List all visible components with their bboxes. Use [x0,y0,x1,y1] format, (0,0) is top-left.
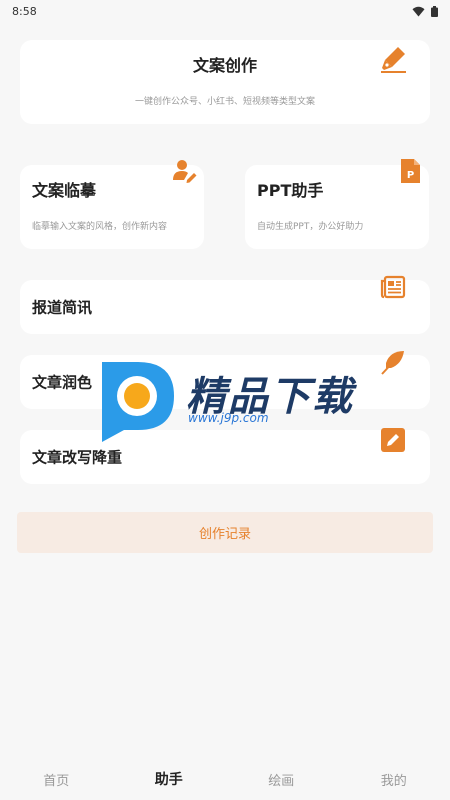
watermark-logo-icon [102,362,174,442]
copywriting-subtitle: 一键创作公众号、小红书、短视频等类型文案 [134,97,315,107]
history-button[interactable]: 创作记录 [17,512,433,553]
edit-box-icon [380,427,406,453]
user-edit-icon [172,158,198,184]
news-card[interactable]: 报道简讯 [20,275,430,334]
status-bar: 8:58 [0,0,450,22]
ppt-file-icon: P [397,158,423,184]
imitate-title: 文案临摹 [32,181,97,200]
status-time: 8:58 [12,4,37,18]
bottom-tab-bar: 首页 助手 绘画 我的 [0,758,450,800]
battery-icon [431,5,438,17]
ppt-card[interactable]: PPT助手 自动生成PPT，办公好助力 P [245,159,429,249]
watermark-url: www.j9p.com [188,411,269,425]
status-icons [412,5,438,17]
polish-title: 文章润色 [32,373,93,392]
tab-mine[interactable]: 我的 [338,758,450,800]
imitate-card[interactable]: 文案临摹 临摹输入文案的风格，创作新内容 [20,160,204,249]
copywriting-card[interactable]: 文案创作 一键创作公众号、小红书、短视频等类型文案 [20,40,430,124]
feather-icon [380,349,406,375]
rewrite-title: 文章改写降重 [32,448,123,467]
ppt-subtitle: 自动生成PPT，办公好助力 [257,222,364,232]
wifi-icon [412,6,425,16]
ppt-title: PPT助手 [257,181,324,200]
svg-text:P: P [407,170,414,181]
tab-drawing[interactable]: 绘画 [225,758,338,800]
tab-assistant[interactable]: 助手 [113,758,226,800]
imitate-subtitle: 临摹输入文案的风格，创作新内容 [32,222,168,232]
tab-home[interactable]: 首页 [0,758,113,800]
copywriting-title: 文案创作 [192,56,257,75]
news-title: 报道简讯 [32,298,93,317]
fountain-pen-icon [378,44,408,74]
newspaper-icon [380,274,406,300]
watermark: 精品下载 www.j9p.com [98,358,358,442]
